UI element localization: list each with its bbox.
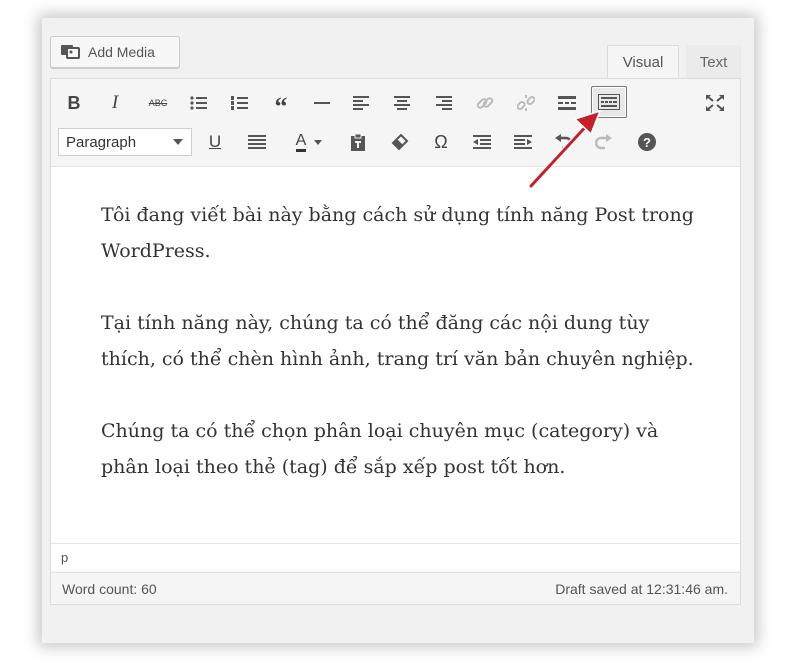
text-color-button[interactable]: A bbox=[286, 129, 332, 155]
align-center-icon bbox=[394, 96, 410, 110]
redo-icon bbox=[595, 134, 612, 150]
editor-content[interactable]: Tôi đang viết bài này bằng cách sử dụng … bbox=[51, 166, 740, 544]
justify-icon bbox=[248, 135, 266, 149]
insert-link-button[interactable] bbox=[474, 90, 496, 116]
redo-button[interactable] bbox=[593, 129, 615, 155]
numbered-list-button[interactable] bbox=[229, 90, 251, 116]
italic-button[interactable]: I bbox=[105, 90, 125, 116]
chevron-down-icon bbox=[314, 139, 323, 145]
link-icon bbox=[476, 97, 494, 109]
special-character-button[interactable]: Ω bbox=[430, 129, 452, 155]
text-color-icon: A bbox=[295, 132, 307, 152]
tab-visual[interactable]: Visual bbox=[607, 45, 679, 79]
bullet-list-button[interactable] bbox=[188, 90, 210, 116]
paste-as-text-button[interactable] bbox=[347, 129, 369, 155]
underline-button[interactable]: U bbox=[205, 129, 225, 155]
editor-body[interactable]: Tôi đang viết bài này bằng cách sử dụng … bbox=[101, 197, 701, 521]
justify-button[interactable] bbox=[246, 129, 268, 155]
strikethrough-button[interactable]: ABC bbox=[143, 90, 173, 116]
read-more-button[interactable] bbox=[556, 90, 578, 116]
italic-icon: I bbox=[111, 92, 119, 113]
element-path-bar: p bbox=[51, 543, 740, 571]
undo-button[interactable] bbox=[552, 129, 574, 155]
clipboard-icon bbox=[351, 133, 365, 151]
horizontal-line-icon bbox=[314, 102, 330, 104]
bullet-list-icon bbox=[190, 96, 207, 110]
draft-saved-status: Draft saved at 12:31:46 am. bbox=[555, 581, 728, 597]
eraser-icon bbox=[391, 133, 409, 151]
read-more-icon bbox=[558, 96, 576, 110]
blockquote-button[interactable]: “ bbox=[270, 90, 292, 121]
word-count: Word count: 60 bbox=[62, 581, 157, 597]
outdent-icon bbox=[473, 135, 491, 149]
underline-icon: U bbox=[208, 132, 222, 151]
media-icon bbox=[60, 42, 82, 63]
increase-indent-button[interactable] bbox=[512, 129, 534, 155]
align-left-icon bbox=[353, 96, 369, 110]
paragraph-2[interactable]: Tại tính năng này, chúng ta có thể đăng … bbox=[101, 305, 701, 377]
unlink-icon bbox=[517, 95, 535, 111]
help-icon: ? bbox=[638, 133, 656, 151]
strikethrough-icon: ABC bbox=[148, 98, 168, 108]
format-select-value: Paragraph bbox=[66, 133, 137, 151]
omega-icon: Ω bbox=[434, 131, 448, 152]
element-path[interactable]: p bbox=[61, 550, 68, 565]
chevron-down-icon bbox=[173, 139, 183, 145]
fullscreen-button[interactable] bbox=[704, 90, 726, 116]
undo-icon bbox=[555, 134, 572, 150]
align-right-icon bbox=[436, 96, 452, 110]
indent-icon bbox=[514, 135, 532, 149]
numbered-list-icon bbox=[231, 96, 248, 110]
align-center-button[interactable] bbox=[391, 90, 413, 116]
paragraph-1[interactable]: Tôi đang viết bài này bằng cách sử dụng … bbox=[101, 197, 701, 269]
paragraph-3[interactable]: Chúng ta có thể chọn phân loại chuyên mụ… bbox=[101, 413, 701, 485]
fullscreen-icon bbox=[706, 95, 724, 111]
bold-button[interactable]: B bbox=[64, 90, 84, 116]
blockquote-icon: “ bbox=[274, 92, 288, 121]
align-right-button[interactable] bbox=[433, 90, 455, 116]
align-left-button[interactable] bbox=[350, 90, 372, 116]
horizontal-line-button[interactable] bbox=[311, 90, 333, 116]
toolbar-toggle-button[interactable] bbox=[591, 86, 627, 118]
add-media-button[interactable]: Add Media bbox=[50, 36, 180, 68]
format-select[interactable]: Paragraph bbox=[58, 128, 192, 156]
tab-text[interactable]: Text bbox=[686, 45, 741, 79]
remove-link-button[interactable] bbox=[515, 90, 537, 116]
help-button[interactable]: ? bbox=[636, 129, 658, 155]
decrease-indent-button[interactable] bbox=[471, 129, 493, 155]
keyboard-icon bbox=[598, 94, 620, 110]
add-media-label: Add Media bbox=[88, 44, 155, 60]
bold-icon: B bbox=[67, 92, 81, 113]
status-bar: Word count: 60 Draft saved at 12:31:46 a… bbox=[51, 572, 740, 604]
clear-formatting-button[interactable] bbox=[389, 129, 411, 155]
